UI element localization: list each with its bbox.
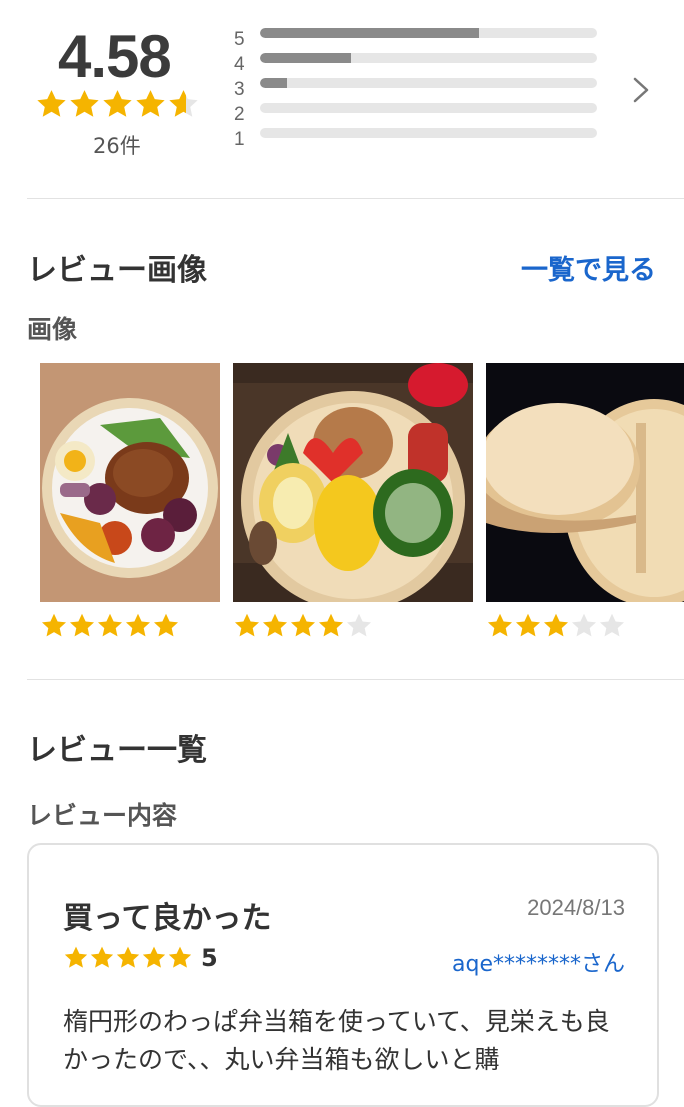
star-icon	[290, 613, 316, 637]
distribution-label: 4	[234, 54, 245, 75]
distribution-bar	[260, 53, 597, 63]
star-icon	[136, 90, 165, 117]
image-3-stars	[486, 612, 626, 640]
reviewer-name[interactable]: aqe********さん	[452, 946, 625, 978]
review-image-3[interactable]	[486, 363, 684, 602]
star-icon	[543, 613, 569, 637]
star-icon	[318, 613, 344, 637]
star-icon	[153, 613, 179, 637]
divider	[27, 198, 684, 199]
star-icon	[571, 613, 597, 637]
distribution-bar	[260, 78, 597, 88]
star-icon	[515, 613, 541, 637]
star-icon	[125, 613, 151, 637]
star-icon	[262, 613, 288, 637]
average-rating: 4.58	[58, 23, 172, 90]
review-card[interactable]: 買って良かった 2024/8/13 5 aqe********さん 楕円形のわっ…	[27, 843, 659, 1107]
star-icon	[41, 613, 67, 637]
distribution-label: 5	[234, 29, 245, 50]
rating-summary[interactable]: 4.58 26件 5 4 3 2 1	[0, 0, 684, 198]
distribution-label: 3	[234, 79, 245, 100]
star-icon	[97, 613, 123, 637]
star-icon	[168, 946, 192, 968]
star-icon	[234, 613, 260, 637]
star-icon	[103, 90, 132, 117]
star-icon	[142, 946, 166, 968]
distribution-bar	[260, 128, 597, 138]
distribution-bar-fill	[260, 53, 351, 63]
image-1-stars	[40, 612, 180, 640]
review-date: 2024/8/13	[527, 895, 625, 920]
images-subtitle: 画像	[27, 315, 78, 344]
review-image-1[interactable]	[40, 363, 220, 602]
star-icon	[116, 946, 140, 968]
review-image-2[interactable]	[233, 363, 473, 602]
distribution-label: 2	[234, 104, 245, 125]
review-content-subtitle: レビュー内容	[27, 801, 178, 830]
chevron-right-icon[interactable]	[630, 76, 652, 104]
review-count: 26件	[93, 134, 141, 158]
distribution-bar	[260, 103, 597, 113]
image-2-stars	[233, 612, 373, 640]
star-icon	[487, 613, 513, 637]
star-icon	[169, 90, 198, 117]
distribution-bar-fill	[260, 28, 480, 38]
star-icon	[70, 90, 99, 117]
distribution-bar	[260, 28, 597, 38]
star-icon	[69, 613, 95, 637]
star-icon	[37, 90, 66, 117]
review-body: 楕円形のわっぱ弁当箱を使っていて、見栄えも良かったので、、丸い弁当箱も欲しいと購	[63, 1007, 610, 1074]
star-icon	[599, 613, 625, 637]
star-icon	[64, 946, 88, 968]
star-icon	[90, 946, 114, 968]
review-images-title: レビュー画像	[27, 253, 207, 288]
divider	[27, 679, 684, 680]
review-stars	[63, 945, 193, 971]
see-all-link[interactable]: 一覧で見る	[521, 248, 656, 287]
star-icon	[346, 613, 372, 637]
distribution-bar-fill	[260, 78, 287, 88]
review-title: 買って良かった	[63, 901, 272, 936]
review-rating-value: 5	[201, 944, 218, 972]
distribution-label: 1	[234, 129, 245, 150]
average-stars	[35, 88, 200, 121]
review-list-title: レビュー一覧	[27, 733, 207, 768]
